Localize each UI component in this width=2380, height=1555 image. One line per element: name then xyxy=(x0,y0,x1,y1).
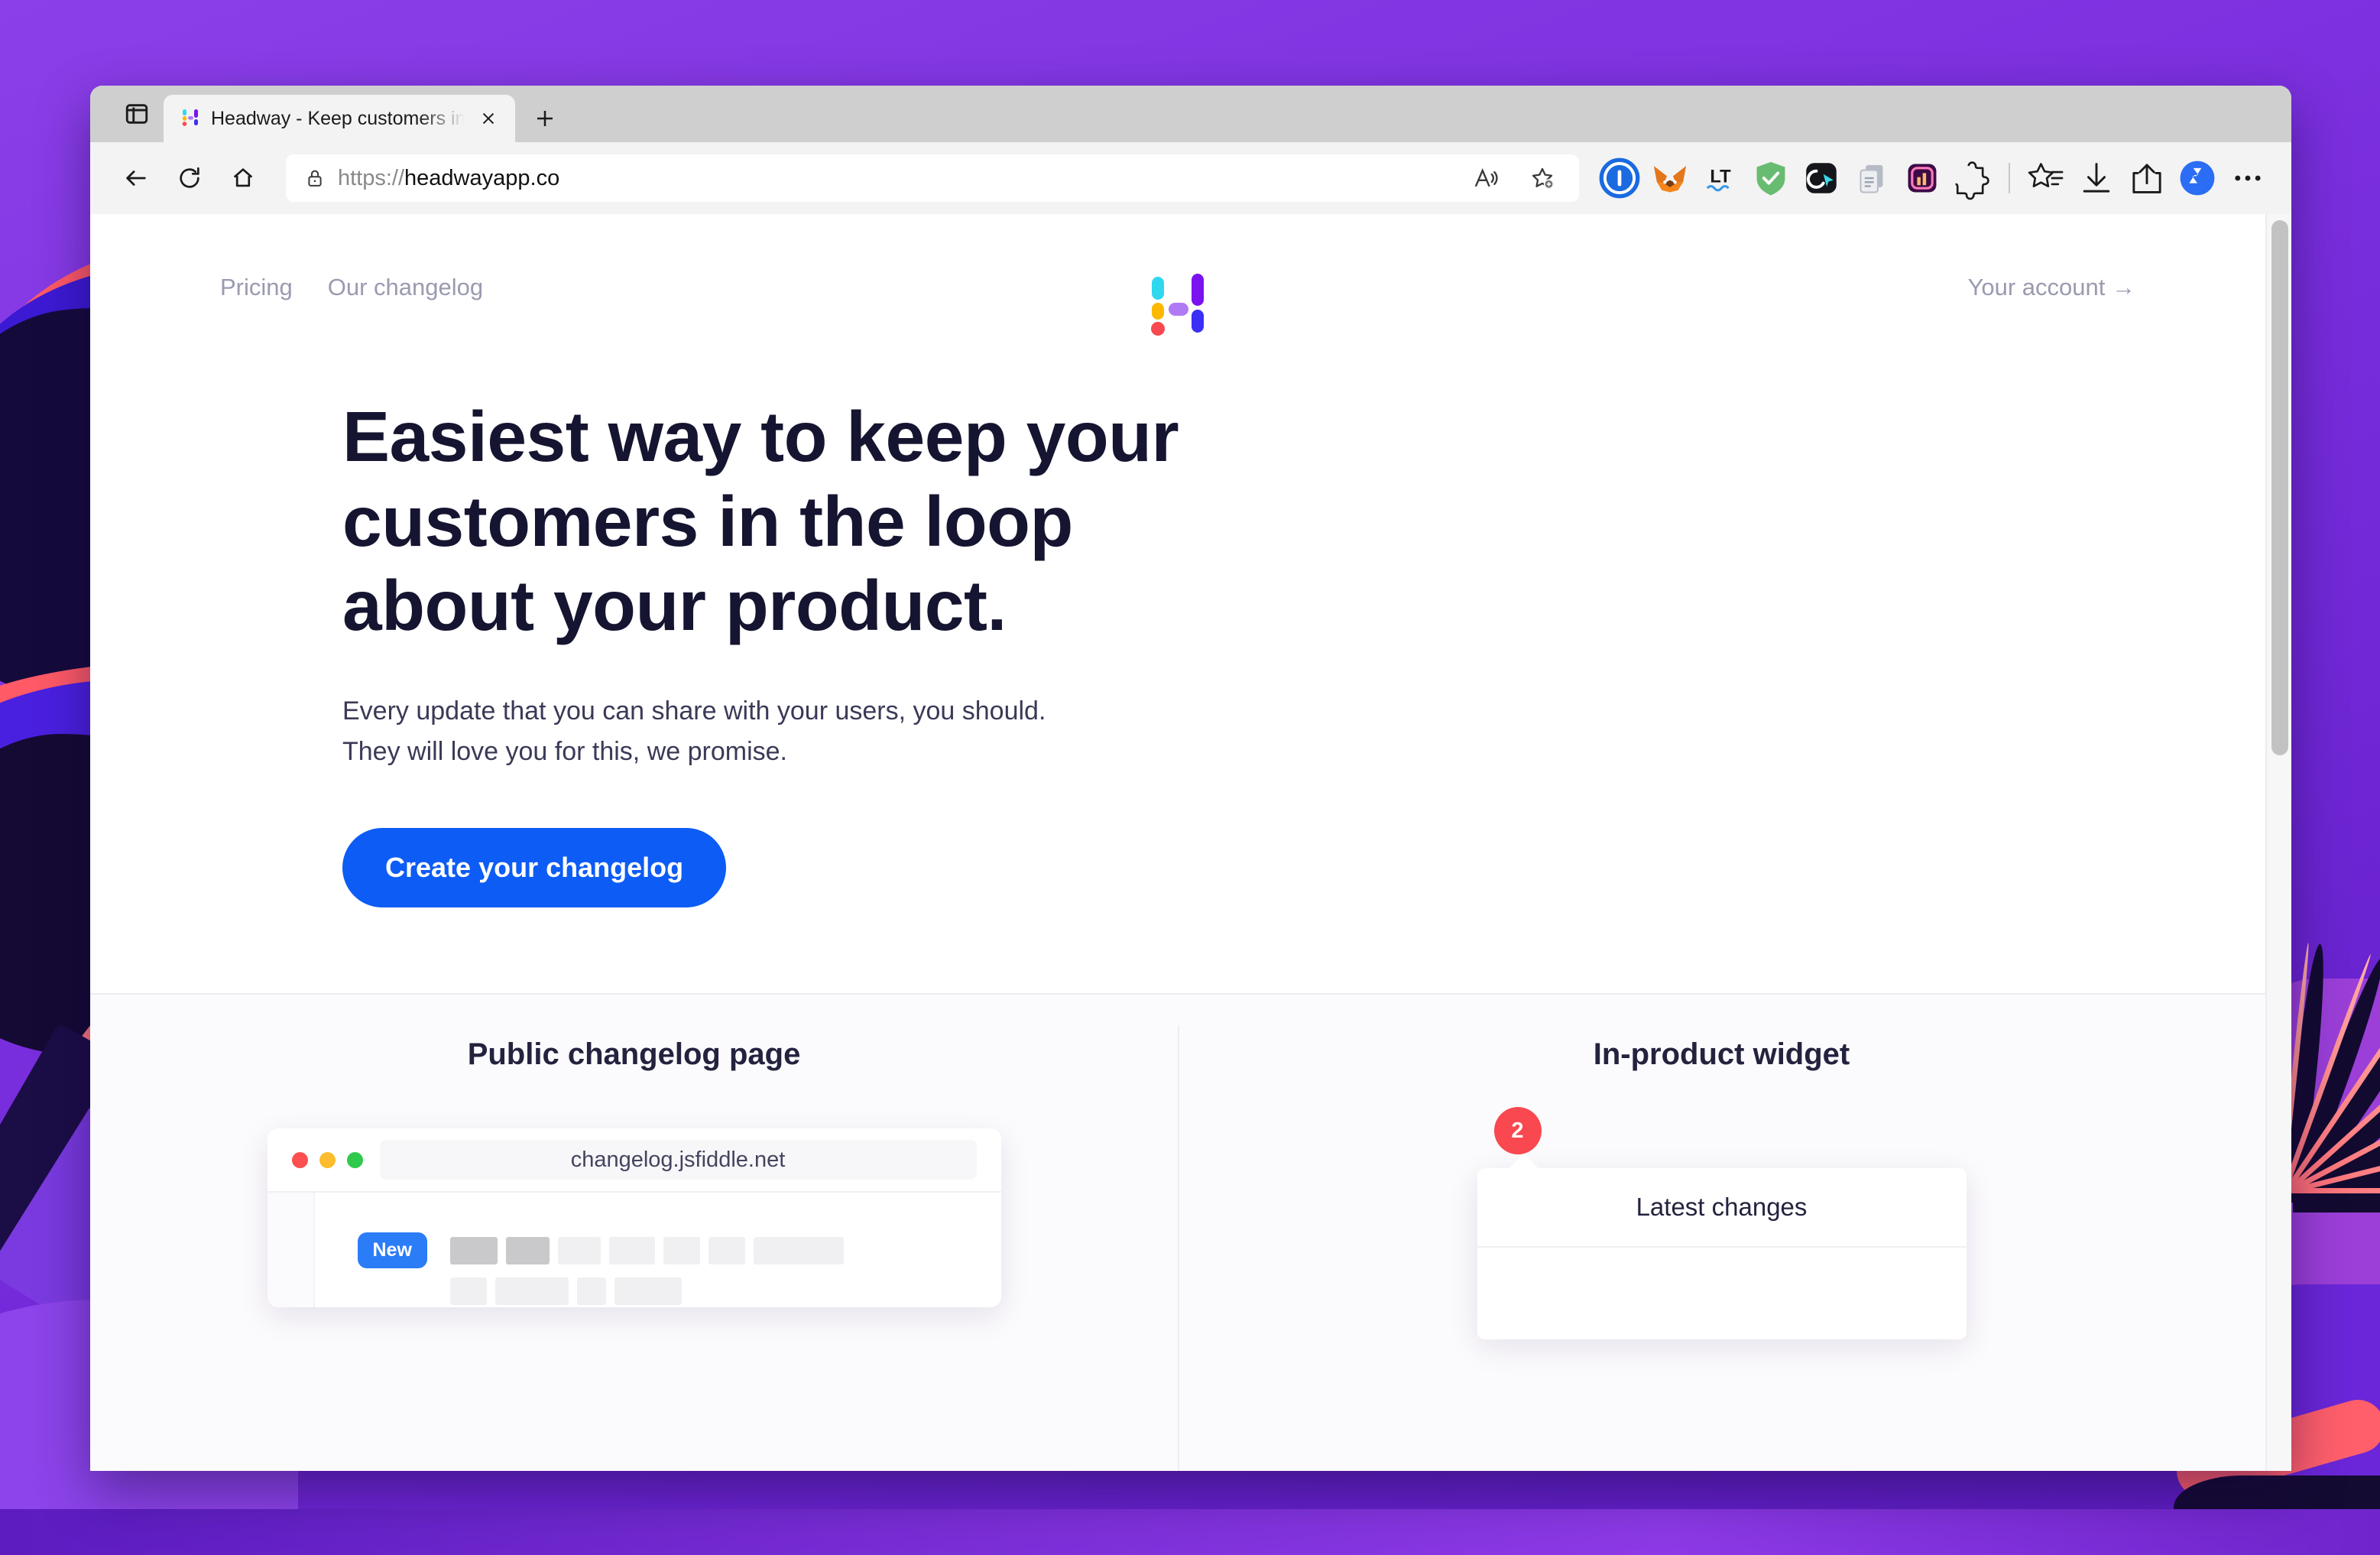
downloads-icon[interactable] xyxy=(2074,156,2119,200)
mockup-titlebar: changelog.jsfiddle.net xyxy=(267,1128,1001,1193)
puzzle-extensions-icon[interactable] xyxy=(1950,156,1995,200)
extensions-row: LT xyxy=(1597,156,1995,200)
your-account-link[interactable]: Your account → xyxy=(1968,274,2135,301)
skeleton-bar xyxy=(505,1237,550,1265)
back-icon[interactable] xyxy=(112,154,161,203)
traffic-light-yellow xyxy=(319,1151,336,1168)
hero-subhead-line2: They will love you for this, we promise. xyxy=(342,736,787,766)
showcase-title-right: In-product widget xyxy=(1593,1037,1850,1072)
read-aloud-icon[interactable] xyxy=(1461,154,1510,203)
lock-icon xyxy=(304,167,326,189)
page-title: Easiest way to keep your customers in th… xyxy=(342,397,1179,646)
browser-actions-row xyxy=(2024,156,2270,200)
add-favorite-icon[interactable] xyxy=(1518,154,1567,203)
languagetool-icon[interactable]: LT xyxy=(1698,156,1743,200)
page-viewport: Pricing Our changelog Your account → Eas… xyxy=(90,214,2291,1471)
headway-logo[interactable] xyxy=(1141,266,1214,339)
url-scheme: https:// xyxy=(338,165,405,190)
skeleton-bar xyxy=(708,1237,745,1265)
url-domain: headwayapp.co xyxy=(404,165,560,190)
svg-text:LT: LT xyxy=(1710,167,1731,187)
cursor-extension-icon[interactable] xyxy=(1799,156,1843,200)
showcase-column-right: In-product widget 2 Latest changes xyxy=(1178,995,2265,1471)
mockup-content: New xyxy=(315,1193,1001,1307)
share-icon[interactable] xyxy=(2125,156,2169,200)
clipboard-extension-icon[interactable] xyxy=(1850,156,1894,200)
browser-toolbar: https://headwayapp.co LT xyxy=(90,142,2291,214)
showcase-column-left: Public changelog page changelog.jsfiddle… xyxy=(90,995,1178,1471)
showcase-section: Public changelog page changelog.jsfiddle… xyxy=(90,993,2265,1471)
home-icon[interactable] xyxy=(219,154,268,203)
url-text: https://headwayapp.co xyxy=(338,166,1449,191)
skeleton-row xyxy=(449,1277,844,1306)
skeleton-bar xyxy=(494,1277,569,1306)
skeleton-bar xyxy=(557,1237,601,1265)
skeleton-lines xyxy=(449,1232,844,1306)
web-page: Pricing Our changelog Your account → Eas… xyxy=(90,214,2265,1471)
widget-pointer-arrow xyxy=(1507,1153,1540,1170)
settings-and-more-icon[interactable] xyxy=(2226,156,2270,200)
hero-subhead: Every update that you can share with you… xyxy=(342,691,1153,771)
page-scrollbar[interactable] xyxy=(2265,214,2291,1471)
address-bar[interactable]: https://headwayapp.co xyxy=(286,154,1579,202)
profile-icon[interactable] xyxy=(2175,156,2219,200)
traffic-light-red xyxy=(291,1151,308,1168)
browser-tab[interactable]: Headway - Keep customers in xyxy=(164,95,515,142)
create-changelog-button[interactable]: Create your changelog xyxy=(342,828,727,908)
tab-strip: Headway - Keep customers in xyxy=(90,86,2291,142)
skeleton-bar xyxy=(449,1237,498,1265)
skeleton-bar xyxy=(449,1277,487,1306)
site-nav-links: Pricing Our changelog xyxy=(220,274,483,301)
mockup-url: changelog.jsfiddle.net xyxy=(379,1140,977,1180)
tab-title: Headway - Keep customers in xyxy=(211,107,465,129)
scrollbar-thumb[interactable] xyxy=(2271,220,2288,755)
metamask-icon[interactable] xyxy=(1648,156,1692,200)
headway-logo-icon xyxy=(180,109,200,128)
showcase-title-left: Public changelog page xyxy=(467,1037,801,1072)
tab-actions-icon[interactable] xyxy=(110,86,164,142)
toolbar-divider xyxy=(2009,163,2010,193)
desktop-background: Headway - Keep customers in https://head… xyxy=(0,0,2380,1555)
traffic-lights xyxy=(291,1151,363,1168)
browser-window: Headway - Keep customers in https://head… xyxy=(90,86,2291,1471)
nav-link-our-changelog[interactable]: Our changelog xyxy=(328,274,483,301)
traffic-light-green xyxy=(346,1151,363,1168)
mockup-sidebar xyxy=(267,1193,315,1308)
widget-title: Latest changes xyxy=(1477,1168,1967,1248)
skeleton-bar xyxy=(753,1237,844,1265)
collections-icon[interactable] xyxy=(2024,156,2068,200)
adguard-icon[interactable] xyxy=(1749,156,1793,200)
widget-body xyxy=(1477,1248,1967,1339)
new-badge: New xyxy=(357,1232,427,1269)
skeleton-bar xyxy=(576,1277,606,1306)
mockup-body: New xyxy=(267,1193,1001,1308)
wallpaper-frond xyxy=(2293,1188,2380,1213)
1password-icon[interactable] xyxy=(1597,156,1642,200)
skeleton-row xyxy=(449,1237,844,1265)
skeleton-bar xyxy=(614,1277,682,1306)
changelog-entry: New xyxy=(357,1232,1001,1306)
nav-link-pricing[interactable]: Pricing xyxy=(220,274,293,301)
skeleton-bar xyxy=(663,1237,700,1265)
new-tab-button[interactable] xyxy=(521,95,569,142)
close-icon[interactable] xyxy=(475,106,501,131)
hero-subhead-line1: Every update that you can share with you… xyxy=(342,696,1046,726)
notification-badge: 2 xyxy=(1493,1107,1542,1155)
widget-card: Latest changes xyxy=(1477,1153,1967,1340)
site-header: Pricing Our changelog Your account → xyxy=(90,214,2265,336)
wallpaper-shape xyxy=(0,1509,2380,1555)
analytics-extension-icon[interactable] xyxy=(1900,156,1944,200)
changelog-browser-mockup: changelog.jsfiddle.net New xyxy=(267,1128,1001,1308)
refresh-icon[interactable] xyxy=(165,154,214,203)
skeleton-bar xyxy=(608,1237,655,1265)
